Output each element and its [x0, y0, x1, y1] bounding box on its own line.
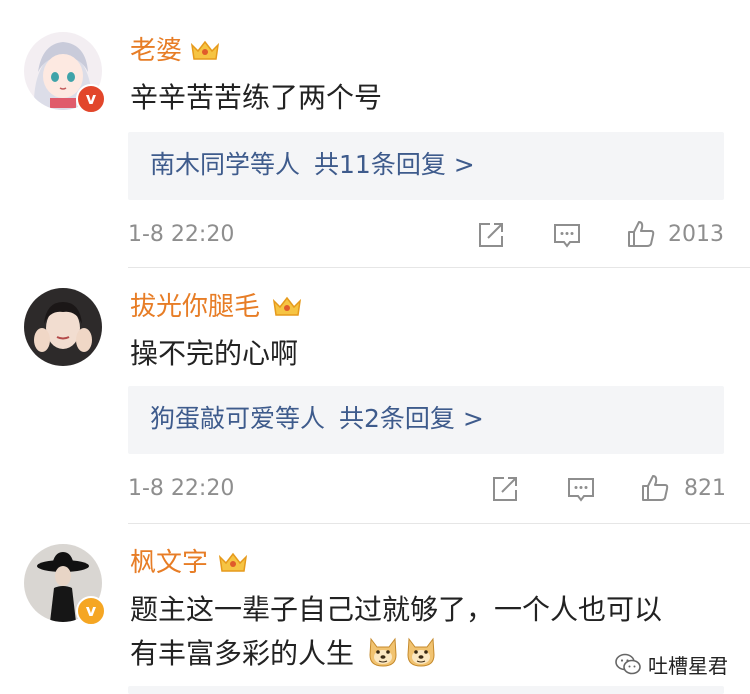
crown-badge-icon	[218, 552, 248, 572]
share-icon[interactable]	[476, 220, 506, 250]
share-icon[interactable]	[490, 474, 520, 504]
comment-time: 1-8 22:20	[128, 476, 235, 501]
reply-count: 共2条回复 >	[339, 404, 484, 433]
comment-username[interactable]: 老婆	[130, 34, 182, 68]
comment-item: v 老婆 辛辛苦苦练了两个号 南木同学等人 共11条回复 > 1-8 22:20 …	[0, 0, 750, 268]
comment-text: 操不完的心啊	[130, 337, 299, 370]
replies-preview[interactable]: 狗蛋敲可爱等人 共2条回复 >	[128, 386, 724, 454]
watermark-label: 吐槽星君	[648, 653, 728, 678]
replies-link[interactable]: 狗蛋敲可爱等人 共2条回复 >	[150, 402, 484, 436]
reply-users: 南木同学等人	[150, 150, 301, 179]
replies-preview[interactable]	[128, 686, 724, 694]
verified-badge: v	[76, 596, 106, 626]
comment-text-line: 题主这一辈子自己过就够了，一个人也可以	[130, 593, 663, 626]
comment-text: 辛辛苦苦练了两个号	[130, 81, 383, 114]
wechat-icon	[615, 653, 641, 675]
comment-username[interactable]: 拔光你腿毛	[130, 290, 260, 324]
doge-emoji	[369, 637, 397, 667]
like-count: 821	[684, 476, 726, 501]
replies-preview[interactable]: 南木同学等人 共11条回复 >	[128, 132, 724, 200]
reply-users: 狗蛋敲可爱等人	[150, 404, 326, 433]
comment-time: 1-8 22:20	[128, 222, 235, 247]
comment-icon[interactable]	[552, 220, 582, 250]
crown-badge-icon	[190, 40, 220, 60]
comment-icon[interactable]	[566, 474, 596, 504]
like-count: 2013	[668, 222, 724, 247]
like-icon[interactable]	[626, 219, 656, 249]
crown-badge-icon	[272, 296, 302, 316]
like-icon[interactable]	[640, 473, 670, 503]
avatar[interactable]	[24, 288, 102, 366]
watermark: 吐槽星君	[614, 646, 728, 682]
verified-badge: v	[76, 84, 106, 114]
avatar-image	[24, 288, 102, 366]
doge-emoji	[407, 637, 435, 667]
comment-item: 拔光你腿毛 操不完的心啊 狗蛋敲可爱等人 共2条回复 > 1-8 22:20 82…	[0, 268, 750, 524]
comment-text-line-content: 有丰富多彩的人生	[130, 637, 355, 670]
replies-link[interactable]: 南木同学等人 共11条回复 >	[150, 148, 475, 182]
reply-count: 共11条回复 >	[314, 150, 475, 179]
comment-username[interactable]: 枫文字	[130, 546, 208, 580]
